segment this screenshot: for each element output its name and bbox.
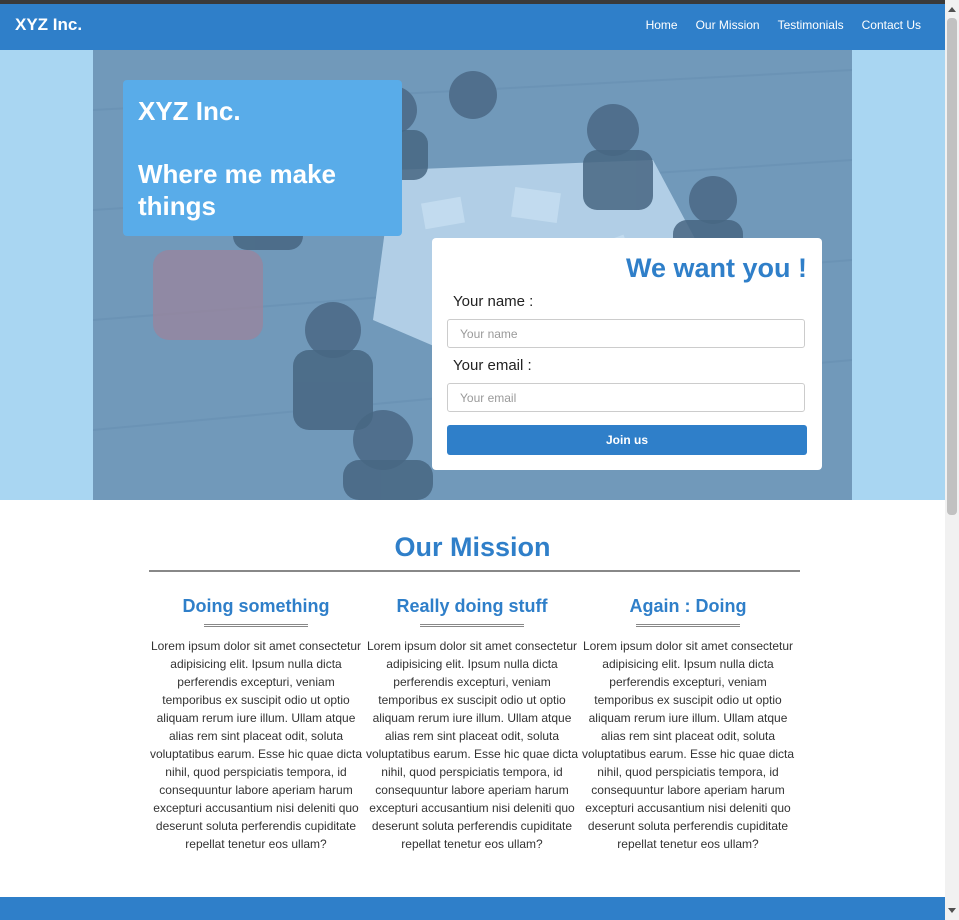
page-scrollbar[interactable]: [945, 0, 959, 920]
nav-link-home[interactable]: Home: [646, 18, 678, 32]
intro-card: XYZ Inc. Where me make things: [123, 80, 402, 236]
column-title: Again : Doing: [629, 596, 747, 616]
brand-logo[interactable]: XYZ Inc.: [15, 15, 82, 35]
mission-column: Again : Doing Lorem ipsum dolor sit amet…: [580, 596, 796, 853]
scroll-up-arrow-icon[interactable]: [948, 7, 956, 12]
join-us-button[interactable]: Join us: [447, 425, 807, 455]
scroll-down-arrow-icon[interactable]: [948, 908, 956, 913]
nav-link-testimonials[interactable]: Testimonials: [778, 18, 844, 32]
column-title: Really doing stuff: [396, 596, 548, 616]
column-text: Lorem ipsum dolor sit amet consectetur a…: [149, 639, 363, 851]
column-divider: [420, 624, 524, 627]
mission-divider: [149, 570, 800, 572]
name-label: Your name :: [453, 293, 534, 310]
email-label: Your email :: [453, 357, 532, 374]
column-text: Lorem ipsum dolor sit amet consectetur a…: [581, 639, 795, 851]
name-input[interactable]: [447, 319, 805, 348]
mission-column: Doing something Lorem ipsum dolor sit am…: [148, 596, 364, 853]
scroll-thumb[interactable]: [947, 18, 957, 515]
column-text: Lorem ipsum dolor sit amet consectetur a…: [365, 639, 579, 851]
nav-link-contact-us[interactable]: Contact Us: [862, 18, 921, 32]
email-input[interactable]: [447, 383, 805, 412]
column-divider: [636, 624, 740, 627]
intro-company-name: XYZ Inc.: [138, 96, 241, 126]
form-title: We want you !: [625, 253, 807, 283]
column-divider: [204, 624, 308, 627]
navbar: XYZ Inc. Home Our Mission Testimonials C…: [0, 4, 945, 50]
hero-section: XYZ Inc. Where me make things We want yo…: [0, 50, 945, 500]
mission-title: Our Mission: [394, 532, 551, 562]
nav-links: Home Our Mission Testimonials Contact Us: [646, 18, 921, 32]
intro-tagline: Where me make things: [138, 159, 336, 221]
nav-link-our-mission[interactable]: Our Mission: [696, 18, 760, 32]
column-title: Doing something: [182, 596, 330, 616]
next-section-band: [0, 897, 945, 920]
signup-form: We want you ! Your name : Your email : J…: [432, 238, 822, 470]
mission-column: Really doing stuff Lorem ipsum dolor sit…: [364, 596, 580, 853]
